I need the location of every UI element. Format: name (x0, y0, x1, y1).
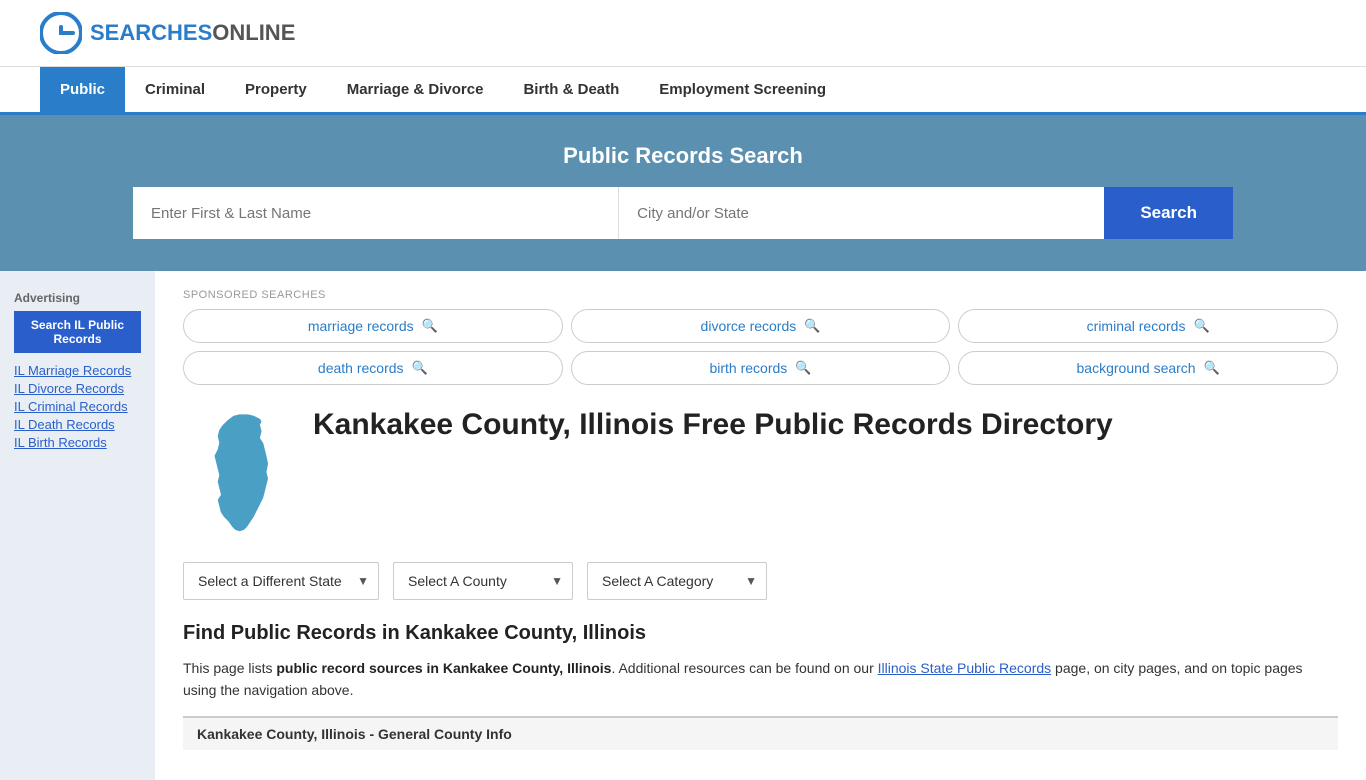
logo-text: SEARCHESONLINE (90, 20, 295, 46)
logo[interactable]: SEARCHESONLINE (40, 12, 295, 54)
state-dropdown[interactable]: Select a Different State (183, 562, 379, 600)
name-input[interactable] (133, 187, 619, 239)
sponsored-label: SPONSORED SEARCHES (183, 289, 1338, 301)
search-icon-1: 🔍 (804, 318, 820, 334)
tag-birth[interactable]: birth records 🔍 (571, 351, 951, 385)
sidebar: Advertising Search IL Public Records IL … (0, 271, 155, 780)
tag-criminal[interactable]: criminal records 🔍 (958, 309, 1338, 343)
search-icon-5: 🔍 (1204, 360, 1220, 376)
nav-property[interactable]: Property (225, 67, 327, 112)
county-dropdown[interactable]: Select A County (393, 562, 573, 600)
illinois-map (183, 407, 293, 540)
search-form: Search (133, 187, 1233, 239)
general-info-bar: Kankakee County, Illinois - General Coun… (183, 716, 1338, 750)
category-dropdown[interactable]: Select A Category (587, 562, 767, 600)
illinois-map-svg (183, 407, 293, 537)
site-header: SEARCHESONLINE (0, 0, 1366, 67)
location-input[interactable] (619, 187, 1104, 239)
page-title: Kankakee County, Illinois Free Public Re… (313, 407, 1113, 443)
search-icon-2: 🔍 (1193, 318, 1209, 334)
state-dropdown-wrapper: Select a Different State ▼ (183, 562, 379, 600)
nav-employment[interactable]: Employment Screening (639, 67, 846, 112)
tag-divorce[interactable]: divorce records 🔍 (571, 309, 951, 343)
sidebar-link-4[interactable]: IL Birth Records (14, 435, 141, 450)
sidebar-link-0[interactable]: IL Marriage Records (14, 363, 141, 378)
logo-icon (40, 12, 82, 54)
sidebar-link-2[interactable]: IL Criminal Records (14, 399, 141, 414)
tag-marriage[interactable]: marriage records 🔍 (183, 309, 563, 343)
nav-marriage-divorce[interactable]: Marriage & Divorce (327, 67, 504, 112)
tag-background[interactable]: background search 🔍 (958, 351, 1338, 385)
category-dropdown-wrapper: Select A Category ▼ (587, 562, 767, 600)
sub-heading: Find Public Records in Kankakee County, … (183, 622, 1338, 645)
main-wrapper: Advertising Search IL Public Records IL … (0, 271, 1366, 780)
search-banner-title: Public Records Search (40, 143, 1326, 169)
content-area: SPONSORED SEARCHES marriage records 🔍 di… (155, 271, 1366, 780)
sidebar-link-1[interactable]: IL Divorce Records (14, 381, 141, 396)
county-dropdown-wrapper: Select A County ▼ (393, 562, 573, 600)
dropdowns-row: Select a Different State ▼ Select A Coun… (183, 562, 1338, 600)
search-icon-4: 🔍 (795, 360, 811, 376)
sidebar-link-3[interactable]: IL Death Records (14, 417, 141, 432)
sidebar-ad-label: Advertising (14, 291, 141, 305)
description: This page lists public record sources in… (183, 657, 1338, 702)
illinois-records-link[interactable]: Illinois State Public Records (878, 660, 1052, 676)
nav-birth-death[interactable]: Birth & Death (503, 67, 639, 112)
search-icon-3: 🔍 (412, 360, 428, 376)
search-icon-0: 🔍 (422, 318, 438, 334)
search-button[interactable]: Search (1104, 187, 1233, 239)
sidebar-ad-button[interactable]: Search IL Public Records (14, 311, 141, 353)
sponsored-tags: marriage records 🔍 divorce records 🔍 cri… (183, 309, 1338, 385)
main-nav: Public Criminal Property Marriage & Divo… (0, 67, 1366, 115)
nav-public[interactable]: Public (40, 67, 125, 112)
search-banner: Public Records Search Search (0, 115, 1366, 271)
page-heading-area: Kankakee County, Illinois Free Public Re… (183, 407, 1338, 540)
nav-criminal[interactable]: Criminal (125, 67, 225, 112)
tag-death[interactable]: death records 🔍 (183, 351, 563, 385)
